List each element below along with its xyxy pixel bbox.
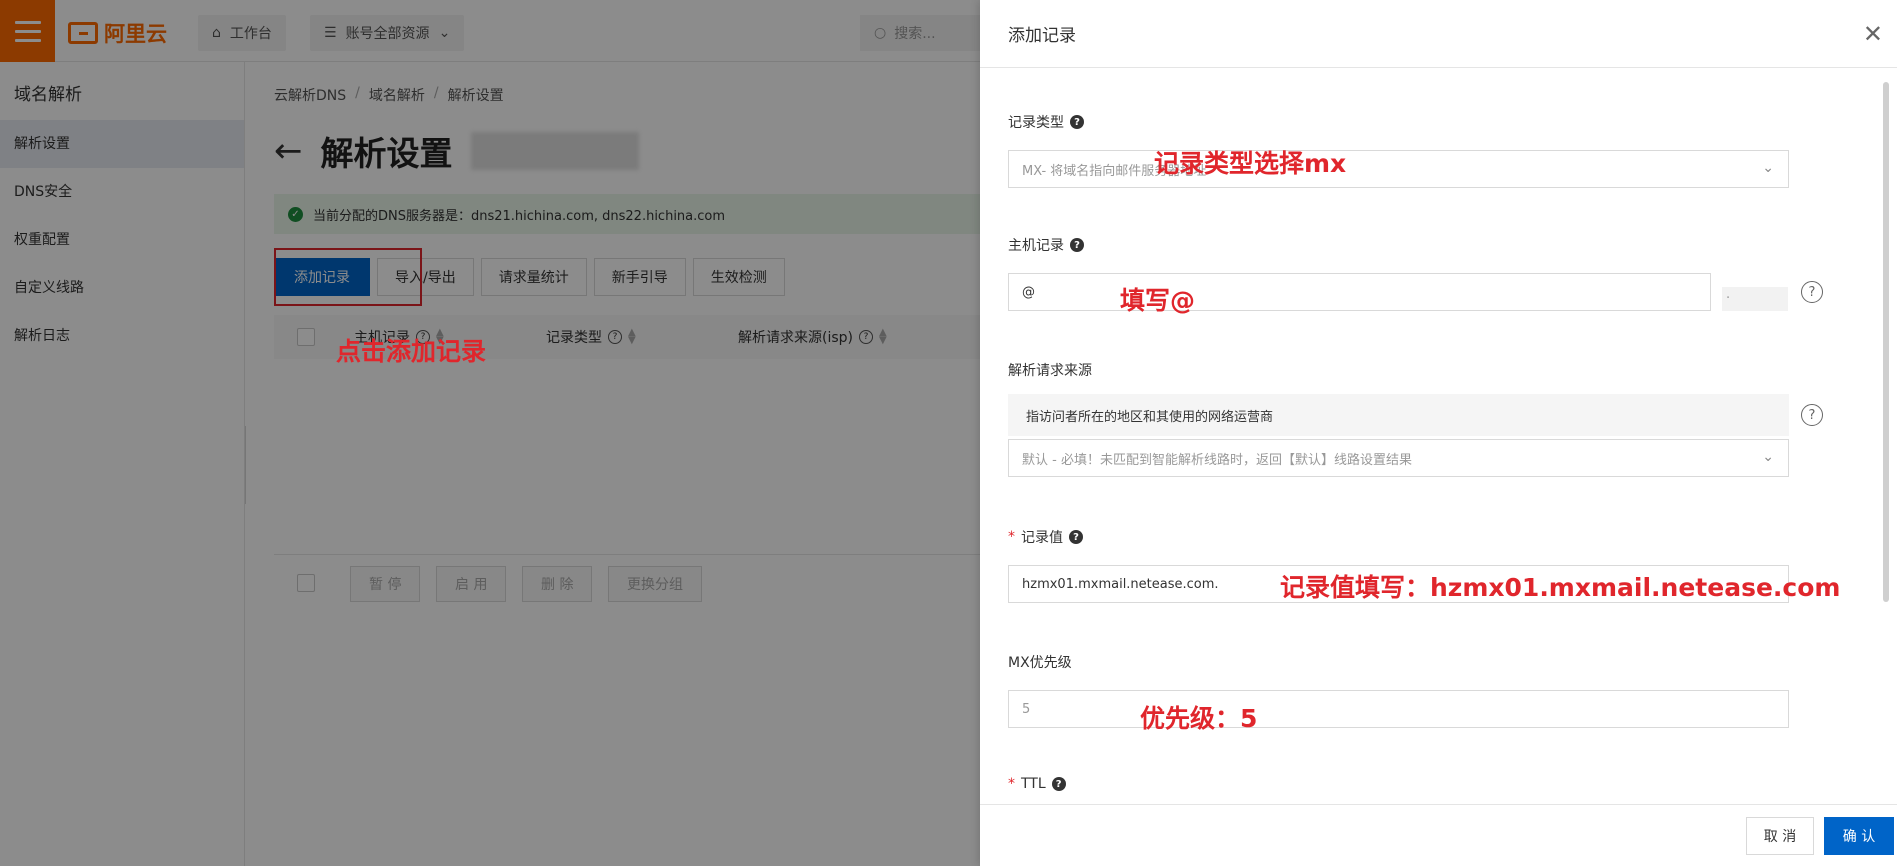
mx-priority-value: 5 — [1022, 701, 1031, 717]
chevron-down-icon: ⌄ — [1762, 160, 1774, 176]
help-icon[interactable]: ? — [1069, 530, 1083, 544]
mx-priority-input[interactable]: 5 — [1008, 690, 1789, 728]
confirm-button[interactable]: 确 认 — [1824, 817, 1894, 855]
record-type-label-text: 记录类型 — [1008, 115, 1064, 131]
annotation-host-at: 填写@ — [1120, 286, 1196, 315]
ttl-label-text: TTL — [1021, 776, 1046, 792]
help-icon[interactable]: ? — [1070, 115, 1084, 129]
help-circle-icon[interactable]: ? — [1801, 281, 1823, 303]
record-type-label: 记录类型 ? — [1008, 112, 1084, 132]
chevron-down-icon: ⌄ — [1762, 449, 1774, 465]
mx-priority-label-text: MX优先级 — [1008, 655, 1072, 671]
required-mark: * — [1008, 776, 1015, 792]
drawer-header: 添加记录 ✕ — [980, 0, 1897, 68]
cancel-button[interactable]: 取 消 — [1746, 817, 1814, 855]
record-type-select[interactable]: MX- 将域名指向邮件服务器地址 ⌄ — [1008, 150, 1789, 188]
drawer-title: 添加记录 — [1008, 26, 1076, 46]
source-value: 默认 - 必填！未匹配到智能解析线路时，返回【默认】线路设置结果 — [1022, 452, 1412, 468]
record-value-value: hzmx01.mxmail.netease.com. — [1022, 576, 1219, 592]
source-info-box: 指访问者所在的地区和其使用的网络运营商 — [1008, 394, 1789, 436]
annotation-record-value: 记录值填写：hzmx01.mxmail.netease.com — [1280, 573, 1841, 602]
host-value: @ — [1022, 284, 1035, 300]
source-label: 解析请求来源 — [1008, 360, 1092, 380]
host-record-input[interactable]: @ — [1008, 273, 1711, 311]
annotation-priority: 优先级：5 — [1140, 704, 1258, 733]
source-label-text: 解析请求来源 — [1008, 363, 1092, 379]
record-value-label: * 记录值 ? — [1008, 527, 1083, 547]
drawer-scrollbar[interactable] — [1883, 82, 1889, 602]
drawer-footer: 取 消 确 认 — [980, 804, 1897, 866]
annotation-click-add: 点击添加记录 — [336, 337, 487, 366]
help-icon[interactable]: ? — [1070, 238, 1084, 252]
host-label-text: 主机记录 — [1008, 238, 1064, 254]
record-value-label-text: 记录值 — [1021, 530, 1063, 546]
ttl-label: * TTL ? — [1008, 776, 1066, 792]
annotation-type-mx: 记录类型选择mx — [1154, 149, 1347, 178]
help-icon[interactable]: ? — [1051, 777, 1066, 791]
required-mark: * — [1008, 529, 1015, 545]
source-select[interactable]: 默认 - 必填！未匹配到智能解析线路时，返回【默认】线路设置结果 ⌄ — [1008, 439, 1789, 477]
host-record-label: 主机记录 ? — [1008, 235, 1084, 255]
modal-overlay[interactable] — [0, 0, 980, 866]
close-icon[interactable]: ✕ — [1863, 22, 1883, 46]
drawer-body: 记录类型 ? MX- 将域名指向邮件服务器地址 ⌄ 主机记录 ? @ . ? 解… — [980, 68, 1897, 804]
domain-suffix: . — [1722, 287, 1788, 311]
add-record-drawer: 添加记录 ✕ 记录类型 ? MX- 将域名指向邮件服务器地址 ⌄ 主机记录 ? … — [980, 0, 1897, 866]
mx-priority-label: MX优先级 — [1008, 652, 1072, 672]
help-circle-icon[interactable]: ? — [1801, 404, 1823, 426]
